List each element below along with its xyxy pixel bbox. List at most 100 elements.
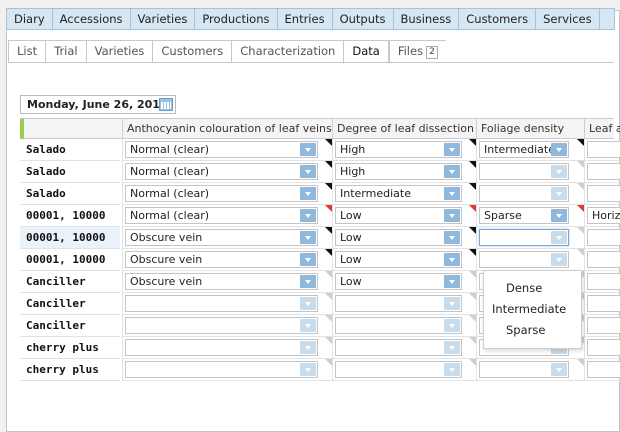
cell-combo[interactable] xyxy=(335,295,462,312)
cell-combo[interactable] xyxy=(587,295,620,312)
cell-combo[interactable] xyxy=(587,185,620,202)
main-tab-productions[interactable]: Productions xyxy=(194,8,277,30)
cell-combo[interactable]: Normal (clear) xyxy=(125,207,318,224)
cell-combo[interactable]: Obscure vein xyxy=(125,229,318,246)
cell-combo[interactable] xyxy=(587,251,620,268)
column-header[interactable]: Leaf a xyxy=(584,119,620,139)
chevron-down-icon[interactable] xyxy=(444,275,460,288)
cell-combo[interactable] xyxy=(587,317,620,334)
cell-combo[interactable] xyxy=(125,317,318,334)
main-tab-diary[interactable]: Diary xyxy=(6,8,52,30)
chevron-down-icon[interactable] xyxy=(300,341,316,354)
cell-combo[interactable] xyxy=(335,317,462,334)
cell-combo[interactable] xyxy=(587,141,620,158)
chevron-down-icon[interactable] xyxy=(551,209,567,222)
cell-combo[interactable] xyxy=(587,229,620,246)
main-tab-entries[interactable]: Entries xyxy=(276,8,332,30)
cell-combo[interactable]: Obscure vein xyxy=(125,273,318,290)
main-tab-services[interactable]: Services xyxy=(535,8,599,30)
main-tab-varieties[interactable]: Varieties xyxy=(129,8,195,30)
tab-varieties[interactable]: Varieties xyxy=(85,40,153,63)
cell-combo[interactable]: High xyxy=(335,141,462,158)
cell-combo[interactable]: Normal (clear) xyxy=(125,185,318,202)
tab-list[interactable]: List xyxy=(8,40,46,63)
chevron-down-icon[interactable] xyxy=(300,297,316,310)
chevron-down-icon[interactable] xyxy=(551,187,567,200)
cell-combo[interactable]: Low xyxy=(335,207,462,224)
cell-combo[interactable] xyxy=(125,361,318,378)
cell-combo[interactable]: Intermediate xyxy=(479,141,569,158)
calendar-icon[interactable] xyxy=(159,98,173,111)
chevron-down-icon[interactable] xyxy=(551,253,567,266)
cell-value: Obscure vein xyxy=(130,253,203,266)
chevron-down-icon[interactable] xyxy=(551,165,567,178)
chevron-down-icon[interactable] xyxy=(300,253,316,266)
tab-files[interactable]: Files 2 xyxy=(388,40,446,63)
cell-combo[interactable]: Low xyxy=(335,273,462,290)
main-tab-business[interactable]: Business xyxy=(392,8,459,30)
cell-combo[interactable] xyxy=(479,361,569,378)
chevron-down-icon[interactable] xyxy=(444,143,460,156)
column-header[interactable]: Degree of leaf dissection xyxy=(332,119,476,139)
row-name: Salado xyxy=(20,183,120,205)
cell-combo[interactable] xyxy=(587,273,620,290)
chevron-down-icon[interactable] xyxy=(300,143,316,156)
cell-combo[interactable] xyxy=(479,229,569,246)
cell-combo[interactable] xyxy=(587,163,620,180)
chevron-down-icon[interactable] xyxy=(444,297,460,310)
column-header[interactable]: Foliage density xyxy=(476,119,584,139)
status-flag-icon xyxy=(469,249,476,256)
cell-combo[interactable]: Horiz xyxy=(587,207,620,224)
chevron-down-icon[interactable] xyxy=(300,275,316,288)
cell-combo[interactable] xyxy=(479,163,569,180)
chevron-down-icon[interactable] xyxy=(300,319,316,332)
sub-tab-bar: List Trial Varieties Customers Characterizat… xyxy=(8,40,446,64)
main-tab-more[interactable] xyxy=(598,8,615,30)
chevron-down-icon[interactable] xyxy=(444,363,460,376)
chevron-down-icon[interactable] xyxy=(551,363,567,376)
cell-combo[interactable]: Normal (clear) xyxy=(125,141,318,158)
cell-combo[interactable]: Sparse xyxy=(479,207,569,224)
cell-combo[interactable]: Low xyxy=(335,251,462,268)
cell-combo[interactable]: Intermediate xyxy=(335,185,462,202)
cell-combo[interactable]: Obscure vein xyxy=(125,251,318,268)
cell-combo[interactable] xyxy=(479,251,569,268)
main-tab-customers[interactable]: Customers xyxy=(458,8,536,30)
cell-combo[interactable]: Low xyxy=(335,229,462,246)
chevron-down-icon[interactable] xyxy=(444,341,460,354)
main-tab-outputs[interactable]: Outputs xyxy=(331,8,393,30)
cell-combo[interactable] xyxy=(587,339,620,356)
chevron-down-icon[interactable] xyxy=(444,165,460,178)
chevron-down-icon[interactable] xyxy=(300,209,316,222)
chevron-down-icon[interactable] xyxy=(444,209,460,222)
dropdown-option-sparse[interactable]: Sparse xyxy=(484,320,581,341)
column-header[interactable]: Anthocyanin colouration of leaf veins xyxy=(122,119,332,139)
chevron-down-icon[interactable] xyxy=(444,253,460,266)
chevron-down-icon[interactable] xyxy=(444,231,460,244)
cell-combo[interactable] xyxy=(335,339,462,356)
dropdown-option-intermediate[interactable]: Intermediate xyxy=(484,299,581,320)
cell-combo[interactable]: Normal (clear) xyxy=(125,163,318,180)
main-tab-accessions[interactable]: Accessions xyxy=(51,8,130,30)
status-flag-icon xyxy=(577,139,584,146)
cell-combo[interactable] xyxy=(125,295,318,312)
chevron-down-icon[interactable] xyxy=(444,319,460,332)
dropdown-option-dense[interactable]: Dense xyxy=(484,278,581,299)
chevron-down-icon[interactable] xyxy=(551,143,567,156)
chevron-down-icon[interactable] xyxy=(444,187,460,200)
tab-characterization[interactable]: Characterization xyxy=(231,40,344,63)
cell-combo[interactable] xyxy=(587,361,620,378)
tab-trial[interactable]: Trial xyxy=(45,40,86,63)
cell-combo[interactable] xyxy=(335,361,462,378)
tab-customers[interactable]: Customers xyxy=(152,40,232,63)
chevron-down-icon[interactable] xyxy=(300,363,316,376)
cell-combo[interactable] xyxy=(479,185,569,202)
chevron-down-icon[interactable] xyxy=(551,231,567,244)
cell-combo[interactable]: High xyxy=(335,163,462,180)
chevron-down-icon[interactable] xyxy=(300,187,316,200)
chevron-down-icon[interactable] xyxy=(300,231,316,244)
cell-combo[interactable] xyxy=(125,339,318,356)
date-picker[interactable]: Monday, June 26, 2017 xyxy=(20,95,176,114)
chevron-down-icon[interactable] xyxy=(300,165,316,178)
tab-data[interactable]: Data xyxy=(343,40,389,64)
